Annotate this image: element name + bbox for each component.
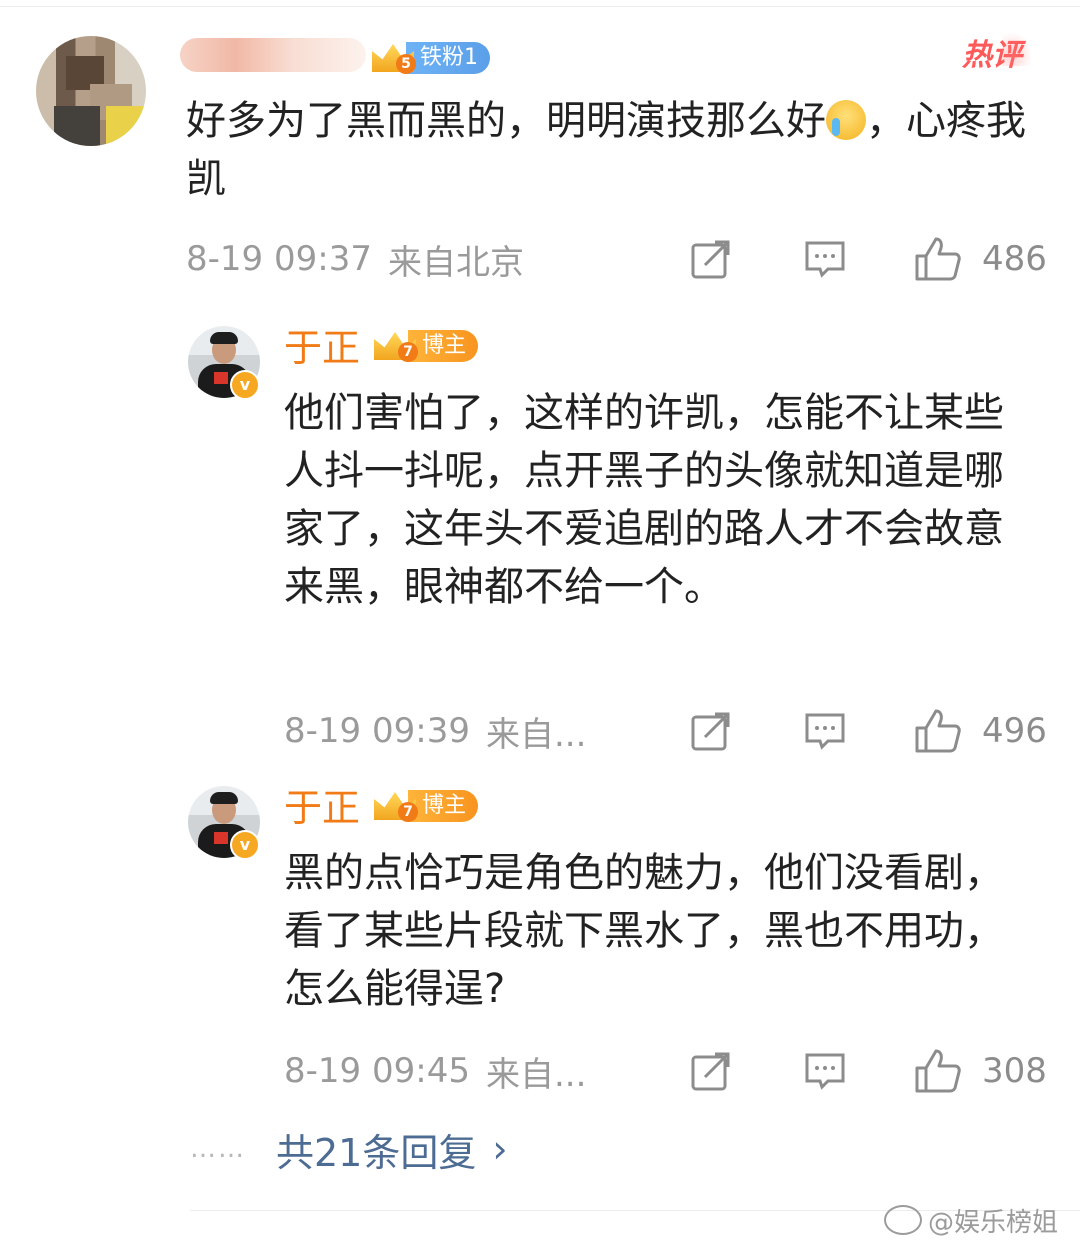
comment-button[interactable] [804, 1046, 846, 1096]
reply-text: 黑的点恰巧是角色的魅力，他们没看剧，看了某些片段就下黑水了，黑也不用功，怎么能得… [284, 850, 1004, 1012]
like-count: 486 [982, 239, 1047, 279]
like-button[interactable]: 308 [914, 1046, 1047, 1096]
hot-comment-tag: 热评 [962, 28, 1036, 76]
comment-meta: 8-19 09:37 来自北京 [186, 234, 524, 284]
reply-time: 8-19 09:45 [284, 1051, 470, 1091]
comment-text-part1: 好多为了黑而黑的，明明演技那么好 [186, 98, 826, 144]
thumbs-up-icon [915, 1049, 961, 1093]
share-icon [691, 240, 730, 279]
like-count: 308 [982, 1051, 1047, 1091]
comment-icon [805, 241, 845, 278]
comment-button[interactable] [804, 234, 846, 284]
dots-separator: …… [190, 1134, 246, 1164]
share-icon [691, 1052, 730, 1091]
crown-icon: 7 [370, 786, 422, 826]
reply-meta: 8-19 09:45 来自... [284, 1046, 586, 1096]
comment-icon [805, 713, 845, 750]
reply-location: 来自... [485, 714, 587, 755]
verified-badge-icon: v [230, 830, 260, 860]
fan-badge[interactable]: 5 铁粉1 [368, 38, 490, 78]
reply-meta: 8-19 09:39 来自... [284, 706, 586, 756]
like-button[interactable]: 486 [914, 234, 1047, 284]
share-button[interactable] [690, 234, 732, 284]
more-replies-label[interactable]: 共21条回复 [276, 1122, 476, 1177]
like-button[interactable]: 496 [914, 706, 1047, 756]
watermark-text: @娱乐榜姐 [928, 1207, 1059, 1238]
reply-text: 他们害怕了，这样的许凯，怎能不让某些人抖一抖呢，点开黑子的头像就知道是哪家了，这… [284, 390, 1004, 610]
crown-icon: 5 [368, 38, 420, 78]
comment-text: 好多为了黑而黑的，明明演技那么好 ，心疼我凯 [186, 92, 1056, 208]
share-icon [691, 712, 730, 751]
host-badge[interactable]: 7 博主 [370, 786, 479, 826]
reply-time: 8-19 09:39 [284, 711, 470, 751]
comment-icon [805, 1053, 845, 1090]
reply-location: 来自... [485, 1054, 587, 1095]
host-badge[interactable]: 7 博主 [370, 326, 479, 366]
crown-icon: 7 [370, 326, 422, 366]
share-button[interactable] [690, 706, 732, 756]
top-divider [0, 6, 1080, 7]
comment-button[interactable] [804, 706, 846, 756]
watermark: @娱乐榜姐 [884, 1200, 1058, 1240]
crying-emoji-icon [826, 100, 866, 140]
commenter-avatar[interactable] [36, 36, 146, 146]
share-button[interactable] [690, 1046, 732, 1096]
verified-badge-icon: v [230, 370, 260, 400]
comment-time: 8-19 09:37 [186, 239, 372, 279]
more-replies-link[interactable]: …… 共21条回复 › [190, 1122, 508, 1177]
reply-author[interactable]: 于正 [284, 786, 360, 830]
like-count: 496 [982, 711, 1047, 751]
comment-location: 来自北京 [387, 242, 524, 283]
weibo-logo-icon [884, 1205, 922, 1235]
chevron-right-icon: › [492, 1127, 508, 1171]
reply-author[interactable]: 于正 [284, 326, 360, 370]
thumbs-up-icon [915, 709, 961, 753]
thumbs-up-icon [915, 237, 961, 281]
commenter-name-blurred[interactable] [180, 38, 366, 72]
